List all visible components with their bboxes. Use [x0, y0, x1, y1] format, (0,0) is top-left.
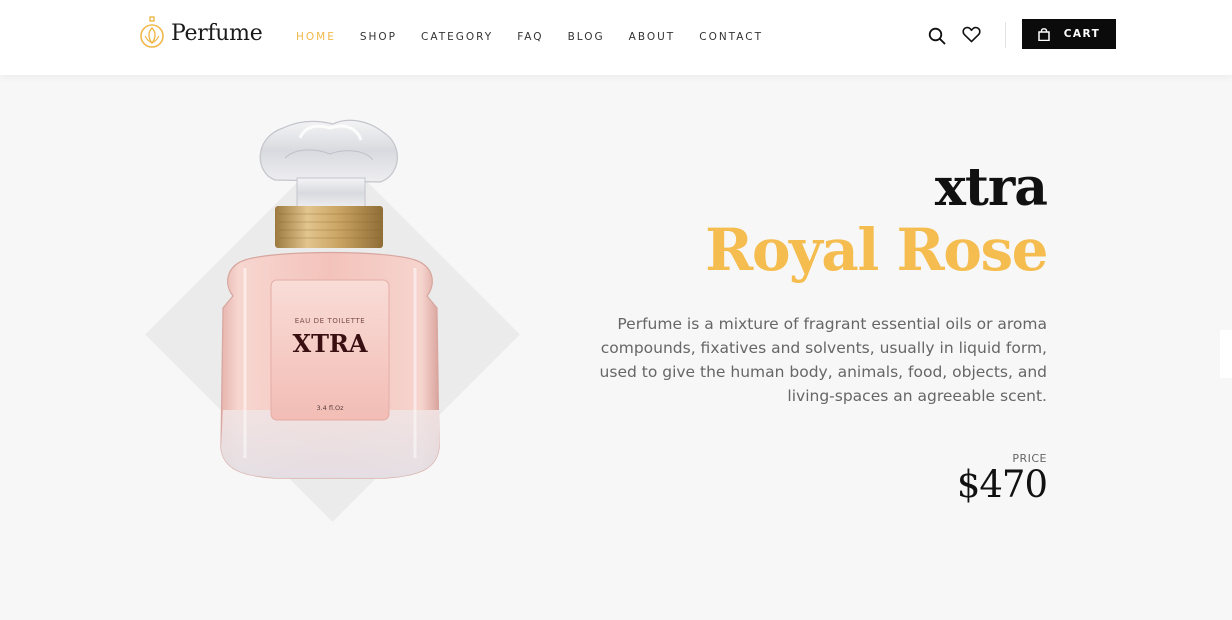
bottle-label-name: XTRA [292, 329, 367, 358]
side-edge-tab[interactable] [1220, 330, 1232, 378]
main-nav: HOME SHOP CATEGORY FAQ BLOG ABOUT CONTAC… [296, 31, 787, 43]
header-divider [1005, 22, 1006, 48]
nav-contact[interactable]: CONTACT [699, 31, 763, 43]
nav-faq[interactable]: FAQ [517, 31, 543, 43]
cart-label: CART [1063, 28, 1101, 40]
product-title-line1: xtra [934, 157, 1048, 218]
nav-shop[interactable]: SHOP [360, 31, 397, 43]
perfume-bottle-logo-icon [140, 16, 164, 48]
heart-icon[interactable] [962, 26, 981, 43]
price-value: $470 [956, 463, 1048, 506]
brand-logo[interactable]: Perfume [139, 16, 263, 50]
search-icon[interactable] [928, 27, 946, 45]
nav-home[interactable]: HOME [296, 31, 336, 43]
nav-blog[interactable]: BLOG [568, 31, 605, 43]
bottle-label-type: EAU DE TOILETTE [295, 317, 366, 325]
nav-category[interactable]: CATEGORY [421, 31, 493, 43]
product-description: Perfume is a mixture of fragrant essenti… [599, 315, 1047, 405]
brand-name: Perfume [171, 20, 263, 46]
cart-button[interactable]: CART [1022, 19, 1116, 49]
site-header: Perfume HOME SHOP CATEGORY FAQ BLOG ABOU… [0, 0, 1232, 75]
product-title-line2: Royal Rose [705, 216, 1048, 284]
nav-about[interactable]: ABOUT [629, 31, 676, 43]
bottle-label-volume: 3.4 fl.Oz [316, 404, 344, 412]
perfume-bottle-image: EAU DE TOILETTE XTRA 3.4 fl.Oz [220, 119, 440, 479]
shopping-bag-icon [1037, 27, 1050, 41]
